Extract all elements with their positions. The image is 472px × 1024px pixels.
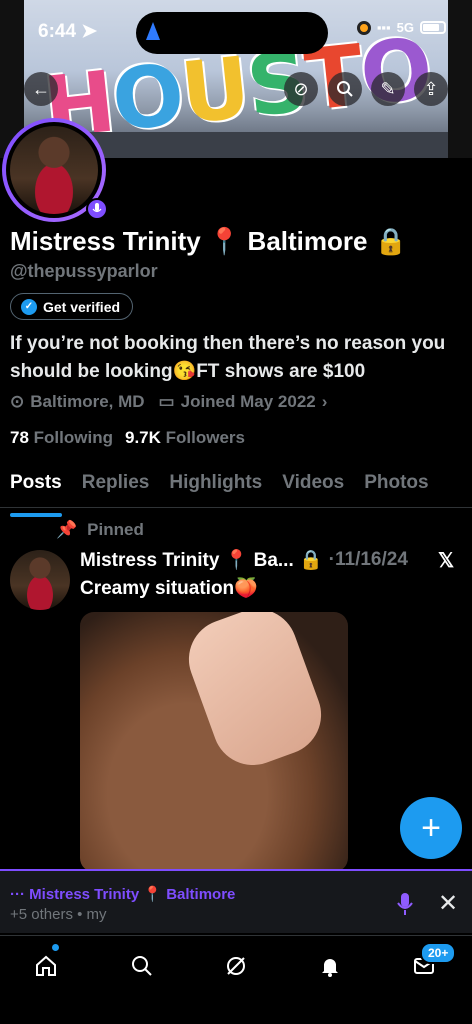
close-icon: ✕: [438, 890, 459, 917]
media-image: [177, 612, 333, 777]
avatar-image: [10, 126, 98, 214]
profile-name: Mistress Trinity 📍 Baltimore 🔒: [10, 226, 408, 256]
post-text: Creamy situation🍑: [80, 578, 258, 599]
location-arrow-icon: [146, 22, 160, 40]
space-close-button[interactable]: ✕: [438, 889, 458, 918]
following-label: Following: [33, 428, 113, 447]
post-author-avatar[interactable]: [10, 550, 70, 610]
search-button[interactable]: [328, 72, 362, 106]
space-title: ··· Mistress Trinity 📍 Baltimore: [10, 886, 236, 903]
status-bar: 6:44 ➤ ▪▪▪ 5G: [0, 0, 472, 58]
pinned-indicator: 📌 Pinned: [56, 520, 144, 540]
tab-videos[interactable]: Videos: [272, 468, 354, 507]
followers-link[interactable]: 9.7K Followers: [125, 428, 245, 448]
grok-icon: ⊘: [293, 78, 309, 99]
nav-grok[interactable]: [216, 946, 256, 986]
grok-icon: [227, 957, 245, 975]
back-arrow-icon: ←: [32, 78, 50, 99]
joined-text: Joined May 2022: [180, 392, 316, 411]
post-author-name[interactable]: Mistress Trinity 📍 Ba... 🔒: [80, 548, 323, 572]
plus-icon: +: [421, 808, 441, 847]
spaces-bar[interactable]: ··· Mistress Trinity 📍 Baltimore +5 othe…: [0, 869, 472, 933]
following-link[interactable]: 78 Following: [10, 428, 113, 448]
space-subtitle: +5 others • my: [10, 906, 107, 923]
messages-badge: 20+: [420, 942, 457, 964]
status-indicators: ▪▪▪ 5G: [356, 20, 446, 35]
dynamic-island: [136, 12, 328, 54]
share-icon: ⇪: [423, 78, 439, 99]
followers-count: 9.7K: [124, 428, 161, 447]
pinned-label: Pinned: [87, 520, 144, 539]
compose-button[interactable]: +: [400, 797, 462, 859]
get-verified-button[interactable]: ✓ Get verified: [10, 293, 134, 320]
tab-replies[interactable]: Replies: [72, 468, 160, 507]
home-icon: [36, 955, 56, 976]
tab-photos[interactable]: Photos: [354, 468, 438, 507]
space-mic-button[interactable]: [396, 893, 414, 921]
verified-check-icon: ✓: [21, 298, 37, 315]
pencil-icon: ✎: [380, 78, 396, 99]
post-date: ·11/16/24: [328, 549, 408, 570]
chevron-right-icon: ›: [321, 392, 328, 411]
pin-icon: 📌: [56, 520, 78, 539]
home-notification-dot: [52, 944, 59, 951]
bottom-navigation: 20+: [0, 935, 472, 1024]
signal-icon: ▪▪▪: [376, 20, 391, 35]
network-label: 5G: [396, 20, 414, 35]
location-item: ⊙ Baltimore, MD: [10, 392, 145, 412]
share-button[interactable]: ⇪: [414, 72, 448, 106]
profile-tabs: Posts Replies Highlights Videos Photos: [0, 468, 472, 517]
get-verified-label: Get verified: [43, 298, 121, 315]
recording-indicator-icon: [356, 20, 371, 35]
edit-button[interactable]: ✎: [371, 72, 405, 106]
location-pin-icon: ⊙: [10, 392, 25, 411]
spaces-mic-badge: [86, 198, 108, 220]
profile-meta: ⊙ Baltimore, MD ▭ Joined May 2022 ›: [10, 392, 327, 412]
status-time: 6:44 ➤: [38, 21, 98, 42]
profile-bio: If you’re not booking then there’s no re…: [10, 333, 446, 382]
tab-highlights[interactable]: Highlights: [159, 468, 272, 507]
post-media[interactable]: [80, 612, 348, 872]
following-count: 78: [10, 428, 29, 447]
profile-handle: @thepussyparlor: [10, 261, 158, 281]
microphone-icon: [397, 893, 413, 915]
nav-search[interactable]: [122, 946, 162, 986]
follow-stats: 78 Following 9.7K Followers: [10, 428, 245, 448]
nav-home[interactable]: [26, 946, 66, 986]
search-icon: [337, 81, 353, 97]
microphone-icon: [92, 203, 102, 213]
back-button[interactable]: ←: [24, 72, 58, 106]
search-icon: [132, 956, 152, 976]
location-text: Baltimore, MD: [30, 392, 145, 411]
battery-icon: [420, 21, 446, 34]
tab-posts[interactable]: Posts: [0, 468, 72, 517]
nav-notifications[interactable]: [310, 946, 350, 986]
post-header: Mistress Trinity 📍 Ba... 🔒 ·11/16/24 𝕏: [80, 548, 454, 572]
calendar-icon: ▭: [158, 392, 175, 411]
joined-item[interactable]: ▭ Joined May 2022 ›: [159, 392, 328, 412]
x-logo-icon: 𝕏: [438, 550, 455, 572]
grok-button[interactable]: ⊘: [284, 72, 318, 106]
followers-label: Followers: [165, 428, 245, 447]
bell-icon: [322, 959, 338, 977]
